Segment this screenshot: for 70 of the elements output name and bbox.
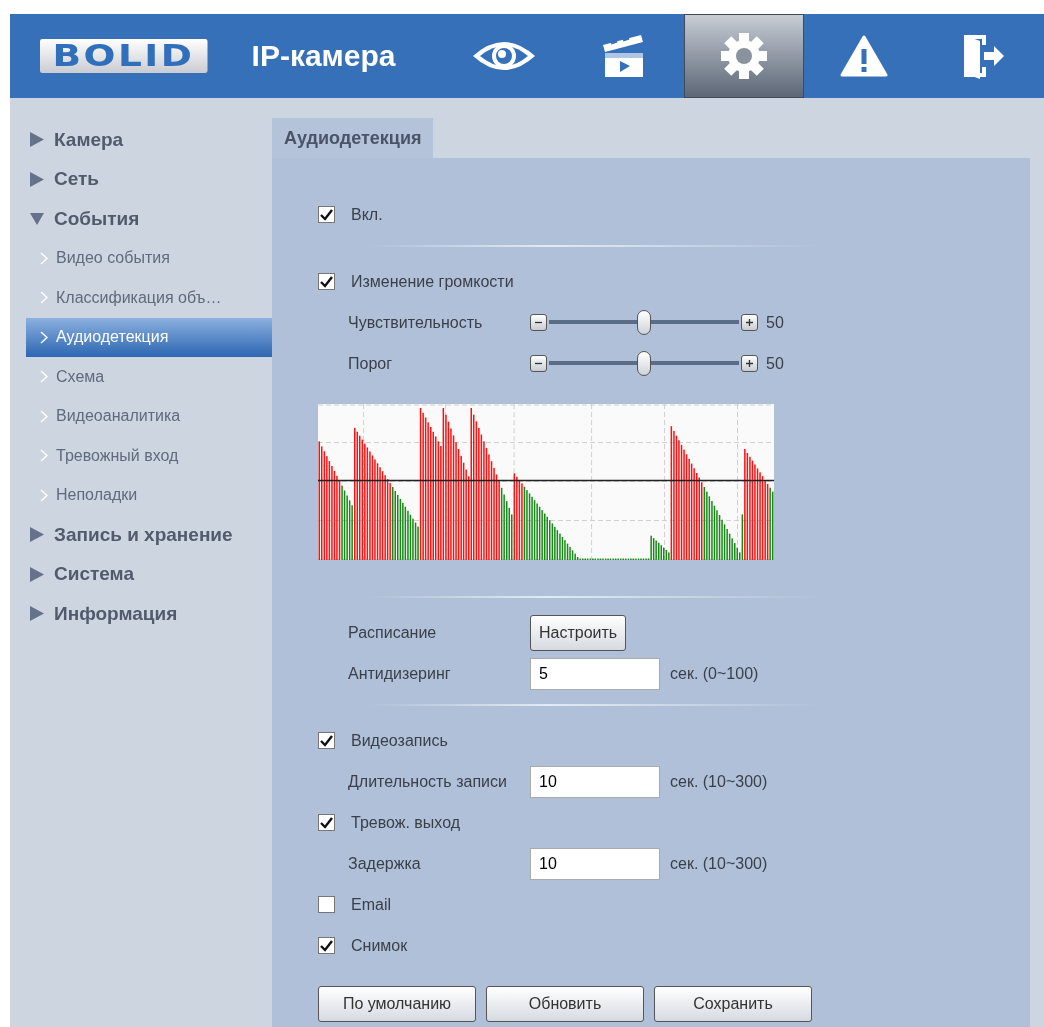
chevron-icon (40, 449, 48, 463)
checkbox-label: Видеозапись (351, 731, 448, 750)
action-button[interactable]: Сохранить (654, 986, 812, 1022)
gear-icon (719, 31, 769, 81)
chevron-icon (40, 251, 48, 265)
sidebar-group[interactable]: События (10, 199, 272, 239)
checkbox[interactable] (318, 937, 335, 954)
plus-button[interactable] (741, 355, 758, 372)
caret-right-icon (30, 132, 44, 148)
caret-right-icon (30, 606, 44, 622)
checkbox[interactable] (318, 896, 335, 913)
chevron-icon (40, 330, 48, 344)
sidebar-item[interactable]: Схема (26, 357, 272, 397)
action-button[interactable]: По умолчанию (318, 986, 476, 1022)
sidebar-item[interactable]: Классификация объ… (26, 278, 272, 318)
sidebar-item[interactable]: Видеоаналитика (26, 396, 272, 436)
field-label: Антидизеринг (348, 664, 452, 683)
input-field[interactable]: 5 (530, 657, 660, 690)
app-title: IP-камера (251, 39, 396, 73)
logo: BOLID (40, 39, 207, 73)
caret-right-icon (30, 527, 44, 543)
sidebar-group[interactable]: Запись и хранение (10, 515, 272, 555)
checkbox[interactable] (318, 206, 335, 223)
action-button[interactable]: Обновить (486, 986, 644, 1022)
slider-label: Чувствительность (348, 313, 484, 332)
plus-icon (745, 359, 754, 368)
nav-button[interactable] (684, 14, 804, 98)
unit-label: сек. (0~100) (670, 664, 759, 683)
checkbox-label: Снимок (351, 936, 408, 955)
caret-right-icon (30, 566, 44, 582)
chevron-icon (40, 409, 48, 423)
checkbox-label: Email (351, 895, 391, 914)
plus-button[interactable] (741, 314, 758, 331)
sidebar-item[interactable]: Тревожный вход (26, 436, 272, 476)
chevron-icon (40, 370, 48, 384)
chevron-icon (40, 488, 48, 502)
checkbox-label: Вкл. (351, 205, 383, 224)
slider-thumb[interactable] (637, 310, 651, 335)
caret-right-icon (30, 171, 44, 187)
field-label: Длительность записи (348, 772, 508, 791)
slider-value: 50 (766, 313, 784, 332)
sidebar-item[interactable]: Неполадки (26, 475, 272, 515)
minus-button[interactable] (530, 355, 547, 372)
checkbox[interactable] (318, 814, 335, 831)
sidebar-group[interactable]: Система (10, 554, 272, 594)
sidebar-group[interactable]: Сеть (10, 159, 272, 199)
tab[interactable]: Аудиодетекция (272, 118, 434, 158)
sidebar-item[interactable]: Аудиодетекция (26, 317, 272, 357)
field-label: Задержка (348, 854, 422, 873)
field-label: Расписание (348, 623, 438, 642)
checkbox[interactable] (318, 273, 335, 290)
sidebar-group[interactable]: Информация (10, 594, 272, 634)
checkbox-label: Тревож. выход (351, 813, 460, 832)
sidebar-item[interactable]: Видео события (26, 238, 272, 278)
setup-button[interactable]: Настроить (530, 614, 627, 651)
chevron-icon (40, 291, 48, 305)
sidebar-group[interactable]: Камера (10, 120, 272, 160)
unit-label: сек. (10~300) (670, 772, 768, 791)
slider-thumb[interactable] (637, 351, 651, 376)
input-field[interactable]: 10 (530, 765, 660, 798)
checkbox[interactable] (318, 732, 335, 749)
input-field[interactable]: 10 (530, 847, 660, 880)
minus-button[interactable] (530, 314, 547, 331)
unit-label: сек. (10~300) (670, 854, 768, 873)
plus-icon (745, 318, 754, 327)
checkbox-label: Изменение громкости (351, 272, 514, 291)
slider-label: Порог (348, 354, 394, 373)
slider-value: 50 (766, 354, 784, 373)
caret-down-icon (30, 212, 44, 225)
warning-icon (840, 35, 888, 77)
